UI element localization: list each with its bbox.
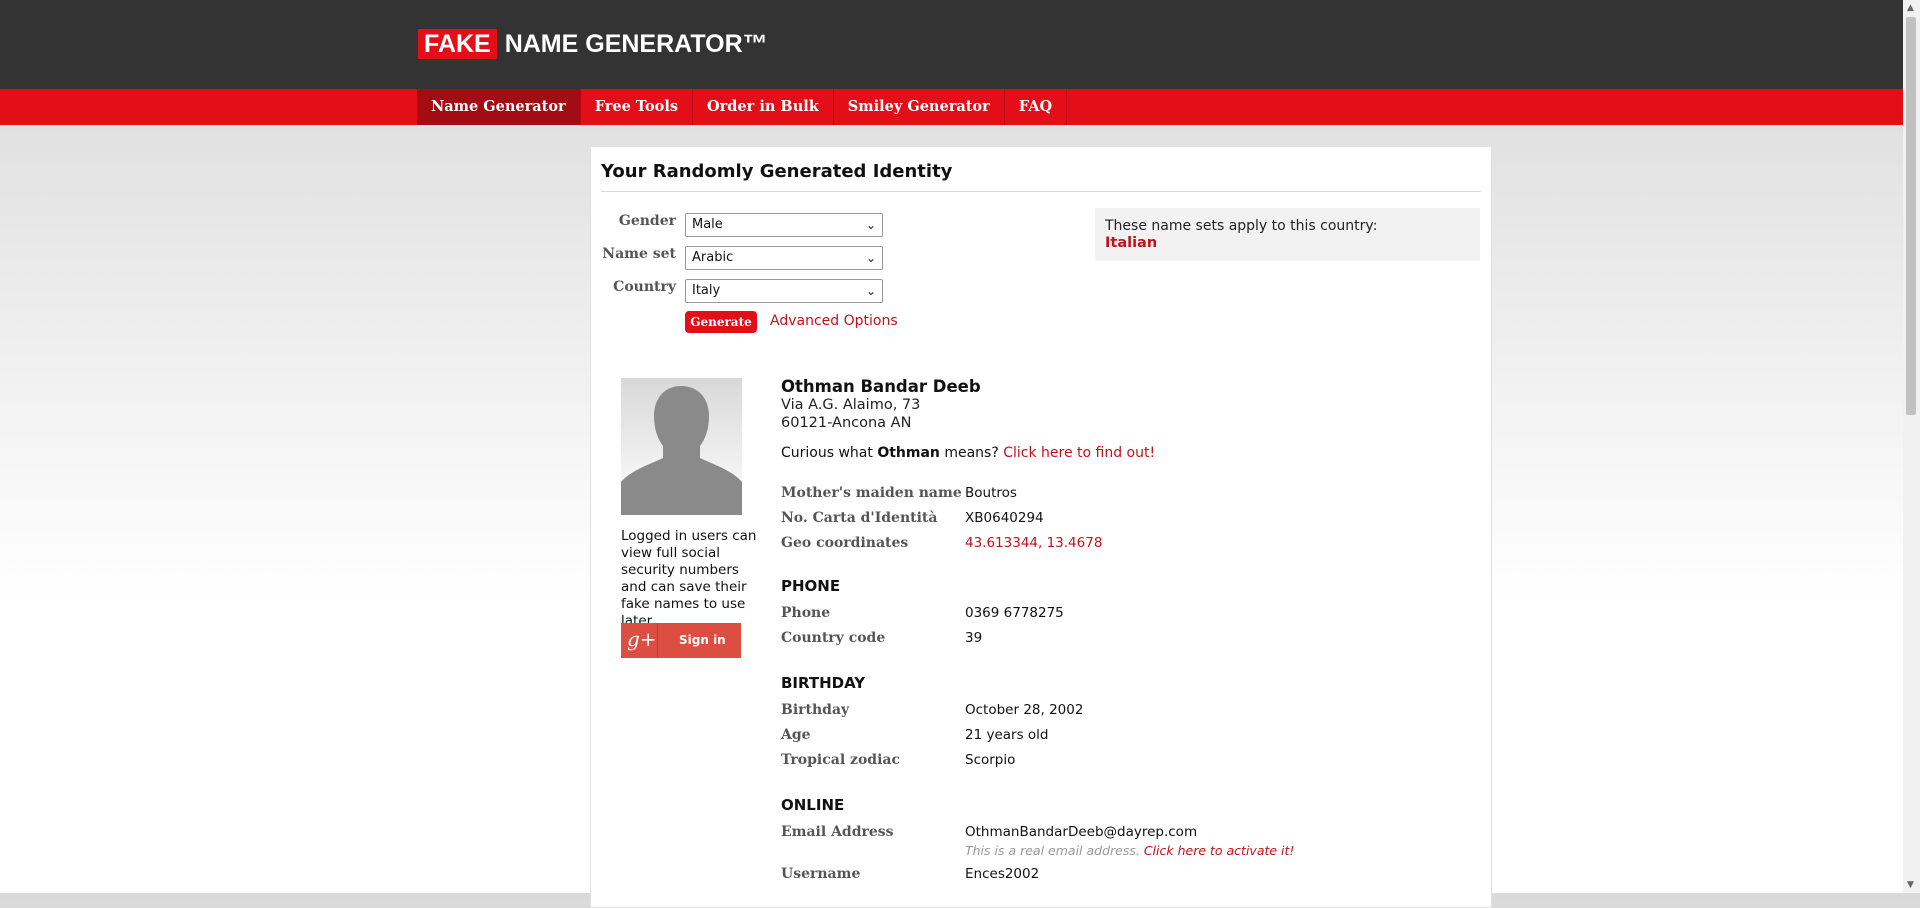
logo-fake-badge: FAKE [418, 29, 497, 59]
title-divider [601, 191, 1481, 192]
logo-wordmark: NAME GENERATOR™ [504, 29, 768, 58]
chevron-down-icon: ⌄ [865, 251, 876, 265]
maiden-name-label: Mother's maiden name [781, 485, 962, 501]
gender-label: Gender [618, 213, 676, 229]
nav-smiley-generator[interactable]: Smiley Generator [834, 89, 1005, 125]
username-label: Username [781, 866, 861, 882]
birthday-label: Birthday [781, 702, 850, 718]
country-code-value: 39 [965, 630, 983, 646]
phone-label: Phone [781, 605, 831, 621]
chevron-down-icon: ⌄ [865, 284, 876, 298]
phone-section-heading: PHONE [781, 577, 841, 595]
nav-name-generator[interactable]: Name Generator [417, 89, 581, 125]
geo-label: Geo coordinates [781, 535, 909, 551]
nameset-label: Name set [602, 246, 676, 262]
gender-select[interactable]: Male ⌄ [685, 213, 883, 237]
google-signin-button[interactable]: g+ Sign in [621, 623, 741, 658]
maiden-name-value: Boutros [965, 485, 1017, 501]
country-info-text: These name sets apply to this country: [1105, 218, 1378, 234]
nav-order-in-bulk[interactable]: Order in Bulk [693, 89, 834, 125]
signin-label: Sign in [679, 633, 726, 647]
login-note: Logged in users can view full social sec… [621, 528, 757, 629]
curious-suffix: means? [939, 445, 1004, 461]
phone-value: 0369 6778275 [965, 605, 1064, 621]
address-line-1: Via A.G. Alaimo, 73 [781, 397, 921, 413]
zodiac-label: Tropical zodiac [781, 752, 900, 768]
identity-name: Othman Bandar Deeb [781, 377, 981, 396]
country-info-name: Italian [1105, 235, 1158, 251]
country-label: Country [613, 279, 676, 295]
email-note: This is a real email address. Click here… [965, 843, 1294, 858]
carta-value: XB0640294 [965, 510, 1044, 526]
email-value: OthmanBandarDeeb@dayrep.com [965, 824, 1198, 840]
email-label: Email Address [781, 824, 894, 840]
birthday-section-heading: BIRTHDAY [781, 674, 866, 692]
person-silhouette-icon [621, 386, 742, 515]
online-section-heading: ONLINE [781, 796, 845, 814]
zodiac-value: Scorpio [965, 752, 1016, 768]
country-select[interactable]: Italy ⌄ [685, 279, 883, 303]
username-value: Ences2002 [965, 866, 1040, 882]
scroll-thumb[interactable] [1906, 17, 1916, 415]
google-plus-icon: g+ [627, 627, 657, 651]
site-logo[interactable]: FAKE NAME GENERATOR™ [418, 29, 768, 59]
advanced-options-link[interactable]: Advanced Options [770, 313, 898, 329]
main-nav: Name Generator Free Tools Order in Bulk … [0, 89, 1903, 125]
email-note-text: This is a real email address. [965, 843, 1144, 858]
scroll-down-arrow-icon[interactable]: ▼ [1907, 880, 1914, 890]
scroll-up-arrow-icon[interactable]: ▲ [1907, 3, 1914, 13]
site-header: FAKE NAME GENERATOR™ [0, 0, 1903, 89]
country-info-box: These name sets apply to this country: I… [1095, 208, 1480, 261]
name-meaning-line: Curious what Othman means? Click here to… [781, 445, 1155, 461]
birthday-value: October 28, 2002 [965, 702, 1084, 718]
country-code-label: Country code [781, 630, 886, 646]
identity-card: Your Randomly Generated Identity Gender … [590, 146, 1492, 908]
age-label: Age [781, 727, 811, 743]
nav-free-tools[interactable]: Free Tools [581, 89, 694, 125]
curious-prefix: Curious what [781, 445, 878, 461]
curious-first-name: Othman [877, 445, 940, 461]
country-select-value: Italy [692, 283, 721, 298]
carta-label: No. Carta d'Identità [781, 510, 938, 526]
chevron-down-icon: ⌄ [865, 218, 876, 232]
generate-button[interactable]: Generate [685, 311, 757, 333]
nav-faq[interactable]: FAQ [1005, 89, 1068, 125]
page-scrollbar[interactable]: ▲ ▼ [1903, 0, 1920, 893]
nameset-select[interactable]: Arabic ⌄ [685, 246, 883, 270]
activate-email-link[interactable]: Click here to activate it! [1144, 843, 1295, 858]
address-line-2: 60121-Ancona AN [781, 415, 912, 431]
button-divider [657, 623, 658, 658]
age-value: 21 years old [965, 727, 1049, 743]
page-title: Your Randomly Generated Identity [601, 161, 953, 182]
nameset-select-value: Arabic [692, 250, 734, 265]
gender-select-value: Male [692, 217, 723, 232]
geo-coordinates-link[interactable]: 43.613344, 13.4678 [965, 535, 1102, 551]
avatar [621, 378, 742, 515]
name-meaning-link[interactable]: Click here to find out! [1003, 445, 1155, 461]
